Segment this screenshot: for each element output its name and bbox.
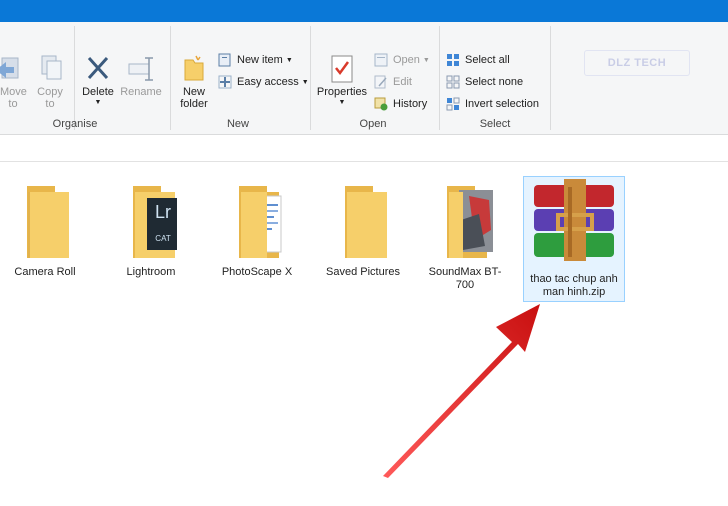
red-arrow-annotation — [383, 304, 540, 478]
